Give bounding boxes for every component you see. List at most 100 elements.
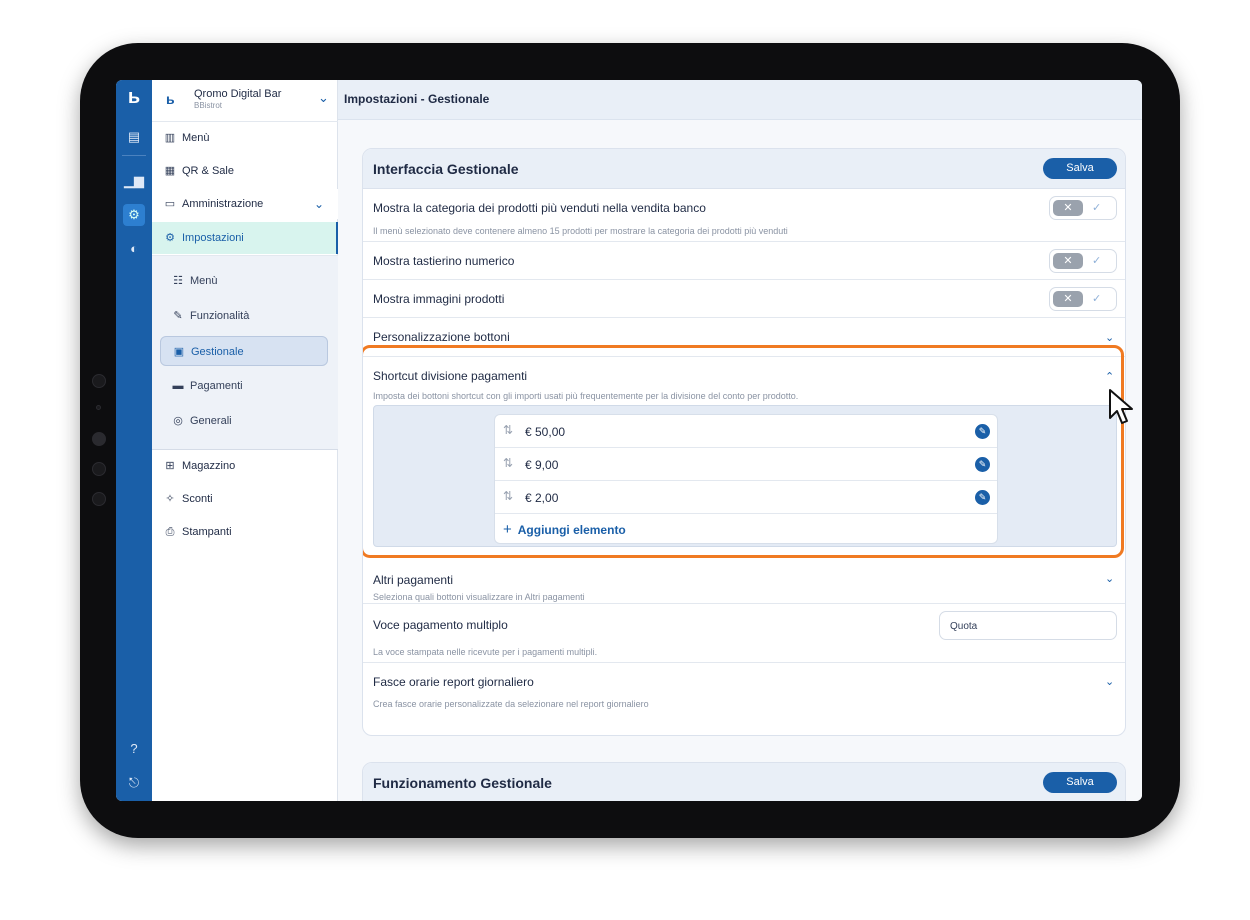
sidebar-item-label: Menù bbox=[182, 132, 210, 144]
logout-icon[interactable]: ⎋ bbox=[123, 772, 145, 794]
venue-logo-icon: ь bbox=[166, 91, 175, 107]
setting-title: Mostra immagini prodotti bbox=[373, 292, 505, 306]
images-toggle[interactable]: ✕ ✓ bbox=[1049, 287, 1117, 311]
subnav-pagamenti[interactable]: ▬ Pagamenti bbox=[160, 371, 328, 401]
card-funzionamento-gestionale: Funzionamento Gestionale Salva bbox=[362, 762, 1126, 801]
card-title: Interfaccia Gestionale bbox=[373, 161, 519, 177]
check-icon: ✓ bbox=[1092, 255, 1102, 267]
tablet-sensor bbox=[92, 462, 106, 476]
close-icon: ✕ bbox=[1053, 253, 1083, 269]
sidebar-item-label: Stampanti bbox=[182, 526, 232, 538]
subnav-menu[interactable]: ☷ Menù bbox=[160, 266, 328, 296]
warehouse-icon: ⊞ bbox=[165, 460, 175, 472]
venue-selector[interactable]: ь Qromo Digital Bar BBistrot ⌄ bbox=[152, 80, 338, 122]
icon-rail: ь ▤ ▁▆ ⚙ ◐ ? ⎋ bbox=[116, 80, 152, 801]
payment-label-input[interactable]: Quota bbox=[939, 611, 1117, 640]
mouse-cursor-icon bbox=[1109, 389, 1133, 424]
setting-row-voce-pagamento: Voce pagamento multiplo La voce stampata… bbox=[363, 604, 1125, 663]
tablet-sensor bbox=[92, 492, 106, 506]
tablet-sensor bbox=[92, 374, 106, 388]
save-button[interactable]: Salva bbox=[1043, 158, 1117, 179]
subnav-label: Gestionale bbox=[191, 346, 244, 358]
settings-submenu: ☷ Menù ✎ Funzionalità ▣ Gestionale ▬ Pag… bbox=[152, 255, 338, 450]
setting-row-images: Mostra immagini prodotti ✕ ✓ bbox=[363, 280, 1125, 318]
check-icon: ✓ bbox=[1092, 202, 1102, 214]
features-icon: ✎ bbox=[173, 310, 183, 322]
general-icon: ◎ bbox=[173, 415, 183, 427]
settings-icon: ⚙ bbox=[165, 232, 175, 244]
setting-title: Voce pagamento multiplo bbox=[373, 618, 508, 632]
sidebar-item-label: Amministrazione bbox=[182, 198, 264, 210]
settings-gear-icon[interactable]: ⚙ bbox=[123, 204, 145, 226]
sidebar-item-stampanti[interactable]: ⎙ Stampanti bbox=[152, 517, 338, 547]
setting-description: La voce stampata nelle ricevute per i pa… bbox=[373, 647, 598, 657]
qr-code-icon: ▦ bbox=[164, 165, 176, 177]
page-title: Impostazioni - Gestionale bbox=[344, 92, 490, 106]
menu-book-icon: ▥ bbox=[164, 132, 176, 144]
sidebar-item-qr-sale[interactable]: ▦ QR & Sale bbox=[152, 156, 338, 186]
subnav-label: Pagamenti bbox=[190, 380, 243, 392]
setting-row-altri-pagamenti[interactable]: Altri pagamenti Seleziona quali bottoni … bbox=[363, 563, 1125, 604]
setting-title: Personalizzazione bottoni bbox=[373, 330, 510, 344]
chevron-down-icon: ⌄ bbox=[314, 197, 325, 211]
card-title: Funzionamento Gestionale bbox=[373, 775, 552, 791]
setting-row-bestsellers: Mostra la categoria dei prodotti più ven… bbox=[363, 189, 1125, 242]
sidebar-item-amministrazione[interactable]: ▭ Amministrazione ⌄ bbox=[152, 189, 338, 219]
subnav-label: Funzionalità bbox=[190, 310, 250, 322]
subnav-gestionale[interactable]: ▣ Gestionale bbox=[160, 336, 328, 366]
sidebar-item-magazzino[interactable]: ⊞ Magazzino bbox=[152, 451, 338, 481]
close-icon: ✕ bbox=[1053, 200, 1083, 216]
sidebar-item-label: Magazzino bbox=[182, 460, 236, 472]
setting-description: Crea fasce orarie personalizzate da sele… bbox=[373, 699, 649, 709]
setting-row-numpad: Mostra tastierino numerico ✕ ✓ bbox=[363, 242, 1125, 280]
admin-icon: ▭ bbox=[164, 198, 176, 210]
sidebar-item-menu[interactable]: ▥ Menù bbox=[152, 123, 338, 153]
discount-icon: ✧ bbox=[165, 493, 175, 505]
support-icon[interactable]: ◐ bbox=[123, 238, 145, 260]
stats-icon[interactable]: ▁▆ bbox=[123, 170, 145, 192]
venue-subtitle: BBistrot bbox=[194, 101, 223, 110]
sidebar-item-label: QR & Sale bbox=[182, 165, 234, 177]
sidebar-item-label: Sconti bbox=[182, 493, 213, 505]
app-screen: ь ▤ ▁▆ ⚙ ◐ ? ⎋ ь Qromo Digital Bar BBist… bbox=[116, 80, 1142, 801]
numpad-toggle[interactable]: ✕ ✓ bbox=[1049, 249, 1117, 273]
card-header: Interfaccia Gestionale Salva bbox=[363, 149, 1125, 189]
payments-icon: ▬ bbox=[172, 380, 184, 392]
tablet-sensor-dot bbox=[96, 405, 101, 410]
setting-title: Altri pagamenti bbox=[373, 573, 454, 587]
tablet-camera bbox=[92, 432, 106, 446]
sidebar-item-label: Impostazioni bbox=[182, 232, 244, 244]
chevron-down-icon[interactable]: ⌄ bbox=[318, 90, 329, 106]
menu-icon: ☷ bbox=[173, 275, 183, 287]
save-button[interactable]: Salva bbox=[1043, 772, 1117, 793]
check-icon: ✓ bbox=[1092, 293, 1102, 305]
main-content: Interfaccia Gestionale Salva Mostra la c… bbox=[338, 120, 1142, 801]
setting-row-fasce-orarie[interactable]: Fasce orarie report giornaliero Crea fas… bbox=[363, 663, 1125, 735]
card-interfaccia-gestionale: Interfaccia Gestionale Salva Mostra la c… bbox=[362, 148, 1126, 736]
venue-name: Qromo Digital Bar bbox=[194, 88, 282, 100]
setting-description: Seleziona quali bottoni visualizzare in … bbox=[373, 592, 585, 602]
rail-divider bbox=[122, 155, 146, 156]
setting-title: Mostra la categoria dei prodotti più ven… bbox=[373, 201, 706, 215]
setting-title: Fasce orarie report giornaliero bbox=[373, 675, 534, 689]
sidebar: ь Qromo Digital Bar BBistrot ⌄ ▥ Menù ▦ … bbox=[152, 80, 338, 801]
chevron-down-icon[interactable]: ⌄ bbox=[1105, 572, 1114, 585]
management-icon: ▣ bbox=[173, 346, 185, 358]
subnav-label: Generali bbox=[190, 415, 232, 427]
subnav-label: Menù bbox=[190, 275, 218, 287]
setting-description: Il menù selezionato deve contenere almen… bbox=[373, 226, 788, 236]
top-bar: Impostazioni - Gestionale bbox=[338, 80, 1142, 120]
bestsellers-toggle[interactable]: ✕ ✓ bbox=[1049, 196, 1117, 220]
subnav-funzionalita[interactable]: ✎ Funzionalità bbox=[160, 301, 328, 331]
help-icon[interactable]: ? bbox=[123, 738, 145, 760]
card-header: Funzionamento Gestionale Salva bbox=[363, 763, 1125, 801]
orders-icon[interactable]: ▤ bbox=[123, 126, 145, 148]
sidebar-item-sconti[interactable]: ✧ Sconti bbox=[152, 484, 338, 514]
subnav-generali[interactable]: ◎ Generali bbox=[160, 406, 328, 436]
sidebar-item-impostazioni[interactable]: ⚙ Impostazioni bbox=[152, 222, 338, 254]
app-logo-icon[interactable]: ь bbox=[124, 86, 144, 108]
focus-highlight bbox=[363, 345, 1124, 558]
close-icon: ✕ bbox=[1053, 291, 1083, 307]
chevron-down-icon[interactable]: ⌄ bbox=[1105, 675, 1114, 688]
chevron-down-icon[interactable]: ⌄ bbox=[1105, 331, 1114, 344]
